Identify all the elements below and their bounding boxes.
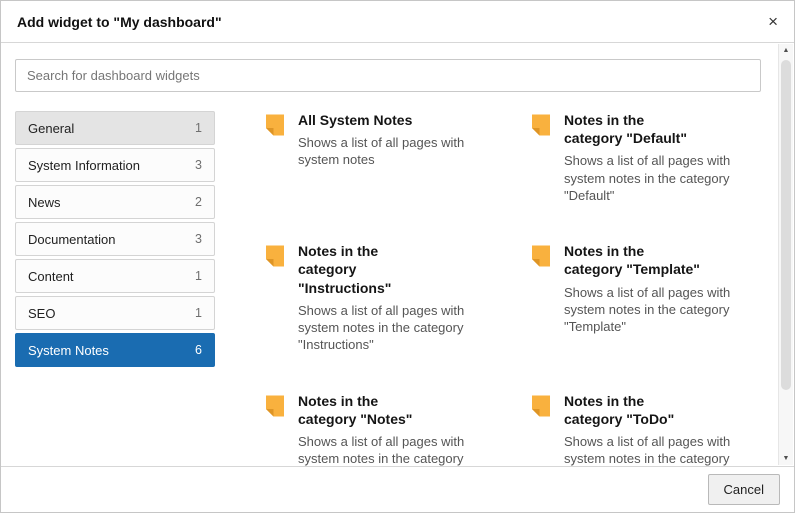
dialog-body-content: General 1 System Information 3 News 2 Do…	[1, 43, 794, 466]
dialog-body: General 1 System Information 3 News 2 Do…	[1, 43, 794, 466]
widget-text: Notes in the category "Notes" Shows a li…	[298, 392, 495, 466]
scroll-up-icon[interactable]: ▲	[783, 47, 790, 54]
category-item-content[interactable]: Content 1	[15, 259, 215, 293]
widget-text: Notes in the category "Default" Shows a …	[564, 111, 734, 204]
note-icon	[529, 113, 553, 137]
widget-notes-notes[interactable]: Notes in the category "Notes" Shows a li…	[263, 392, 511, 466]
category-item-news[interactable]: News 2	[15, 185, 215, 219]
widget-title: Notes in the category "ToDo"	[564, 392, 704, 428]
category-label: Content	[28, 269, 74, 284]
close-icon[interactable]: ×	[768, 13, 778, 30]
search-input[interactable]	[15, 59, 761, 92]
widget-notes-default[interactable]: Notes in the category "Default" Shows a …	[529, 111, 759, 204]
category-label: System Notes	[28, 343, 109, 358]
category-count: 1	[195, 269, 202, 283]
dialog-header: Add widget to "My dashboard" ×	[1, 1, 794, 43]
widget-description: Shows a list of all pages with system no…	[564, 433, 734, 466]
widget-description: Shows a list of all pages with system no…	[298, 433, 495, 466]
scrollbar[interactable]: ▲ ▼	[778, 44, 793, 465]
category-item-system-information[interactable]: System Information 3	[15, 148, 215, 182]
category-count: 3	[195, 158, 202, 172]
widget-text: All System Notes Shows a list of all pag…	[298, 111, 495, 204]
category-label: Documentation	[28, 232, 115, 247]
category-count: 2	[195, 195, 202, 209]
category-item-system-notes[interactable]: System Notes 6	[15, 333, 215, 367]
category-count: 3	[195, 232, 202, 246]
category-item-seo[interactable]: SEO 1	[15, 296, 215, 330]
note-icon	[529, 244, 553, 268]
widget-text: Notes in the category "Template" Shows a…	[564, 242, 734, 353]
widget-title: All System Notes	[298, 111, 438, 129]
widget-title: Notes in the category "Template"	[564, 242, 704, 278]
widget-title: Notes in the category "Notes"	[298, 392, 438, 428]
note-icon	[529, 394, 553, 418]
widget-title: Notes in the category "Instructions"	[298, 242, 438, 297]
widget-description: Shows a list of all pages with system no…	[298, 134, 495, 169]
category-count: 1	[195, 306, 202, 320]
widget-description: Shows a list of all pages with system no…	[298, 302, 495, 354]
widget-text: Notes in the category "ToDo" Shows a lis…	[564, 392, 734, 466]
widget-notes-instructions[interactable]: Notes in the category "Instructions" Sho…	[263, 242, 511, 353]
widget-notes-todo[interactable]: Notes in the category "ToDo" Shows a lis…	[529, 392, 759, 466]
widget-notes-template[interactable]: Notes in the category "Template" Shows a…	[529, 242, 759, 353]
widget-list: All System Notes Shows a list of all pag…	[263, 111, 759, 466]
note-icon	[263, 113, 287, 137]
scrollbar-thumb[interactable]	[781, 60, 791, 390]
scroll-down-icon[interactable]: ▼	[783, 455, 790, 462]
category-count: 6	[195, 343, 202, 357]
widget-text: Notes in the category "Instructions" Sho…	[298, 242, 495, 353]
category-item-general[interactable]: General 1	[15, 111, 215, 145]
category-label: SEO	[28, 306, 55, 321]
category-list: General 1 System Information 3 News 2 Do…	[15, 111, 215, 370]
widget-all-system-notes[interactable]: All System Notes Shows a list of all pag…	[263, 111, 511, 204]
category-count: 1	[195, 121, 202, 135]
note-icon	[263, 394, 287, 418]
category-item-documentation[interactable]: Documentation 3	[15, 222, 215, 256]
dialog-title: Add widget to "My dashboard"	[17, 14, 768, 30]
dialog-footer: Cancel	[1, 466, 794, 512]
widget-description: Shows a list of all pages with system no…	[564, 284, 734, 336]
add-widget-dialog: Add widget to "My dashboard" × General 1…	[0, 0, 795, 513]
note-icon	[263, 244, 287, 268]
widget-description: Shows a list of all pages with system no…	[564, 152, 734, 204]
content-row: General 1 System Information 3 News 2 Do…	[15, 111, 761, 466]
category-label: System Information	[28, 158, 140, 173]
category-label: General	[28, 121, 74, 136]
widget-title: Notes in the category "Default"	[564, 111, 704, 147]
cancel-button[interactable]: Cancel	[708, 474, 780, 505]
category-label: News	[28, 195, 61, 210]
